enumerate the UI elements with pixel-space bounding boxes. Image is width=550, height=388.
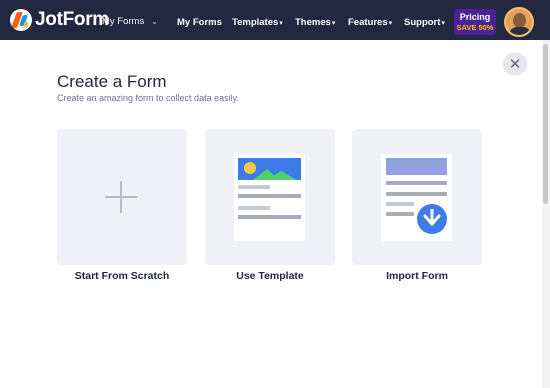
nav-features[interactable]: Features▾	[348, 17, 392, 28]
page-subtitle: Create an amazing form to collect data e…	[57, 93, 239, 103]
pricing-label: Pricing	[459, 12, 491, 22]
template-icon	[234, 154, 305, 241]
nav-my-forms[interactable]: My Forms	[177, 17, 223, 28]
jotform-logo-icon	[10, 9, 32, 31]
nav-support[interactable]: Support▾	[404, 17, 445, 28]
nav-themes-label: Themes	[295, 17, 331, 28]
import-icon	[381, 154, 452, 241]
pricing-promo: SAVE 50%	[456, 23, 494, 32]
use-template-card[interactable]	[205, 129, 335, 265]
close-icon: ✕	[508, 56, 522, 73]
caret-down-icon: ▾	[331, 20, 336, 27]
nav-my-forms-label: My Forms	[177, 17, 222, 28]
caret-down-icon: ▾	[279, 20, 283, 27]
logo-text: JotForm	[35, 9, 109, 30]
jotform-logo[interactable]: JotForm	[10, 9, 109, 31]
start-from-scratch-card[interactable]	[57, 129, 187, 265]
close-button[interactable]: ✕	[503, 52, 527, 76]
import-form-card[interactable]	[352, 129, 482, 265]
page-title: Create a Form	[57, 72, 167, 91]
nav-features-label: Features	[348, 17, 388, 28]
user-avatar[interactable]	[504, 7, 534, 37]
caret-down-icon: ▾	[441, 20, 445, 27]
scrollbar-thumb[interactable]	[543, 44, 548, 204]
pricing-button[interactable]: Pricing SAVE 50%	[454, 9, 496, 35]
nav-support-label: Support	[404, 17, 441, 28]
chevron-down-icon: ⌄	[151, 17, 158, 26]
my-forms-dropdown-label: My Forms	[102, 16, 145, 27]
my-forms-dropdown[interactable]: My Forms ⌄	[102, 16, 158, 27]
nav-templates-label: Templates	[232, 17, 279, 28]
start-from-scratch-label[interactable]: Start From Scratch	[57, 270, 187, 282]
top-navbar: JotForm My Forms ⌄ My Forms Templates▾ T…	[0, 0, 550, 40]
nav-themes[interactable]: Themes▾	[295, 17, 335, 28]
import-form-label[interactable]: Import Form	[352, 270, 482, 282]
use-template-label[interactable]: Use Template	[205, 270, 335, 282]
nav-templates[interactable]: Templates▾	[232, 17, 283, 28]
caret-down-icon: ▾	[388, 20, 393, 27]
